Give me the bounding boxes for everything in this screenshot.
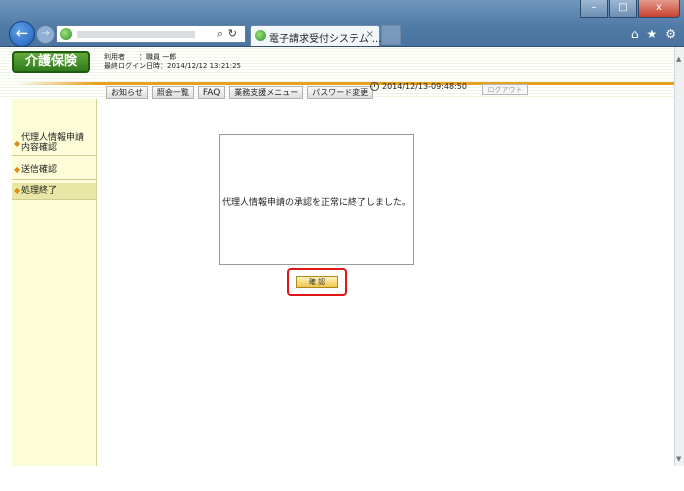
- window-buttons: – □ x: [579, 0, 680, 18]
- minimize-button[interactable]: –: [580, 0, 608, 18]
- tab-favicon-icon: [255, 30, 266, 41]
- message-box: 代理人情報申請の承認を正常に終了しました。: [219, 134, 414, 265]
- new-tab-button[interactable]: [381, 25, 401, 45]
- address-url[interactable]: [77, 31, 195, 38]
- sidebar-item-process-complete: ◆ 処理終了: [12, 183, 96, 200]
- arrow-icon: ◆: [14, 186, 21, 195]
- scroll-down-icon[interactable]: ▼: [676, 455, 681, 463]
- site-favicon-icon: [60, 28, 72, 40]
- sidebar-item-label: 処理終了: [21, 186, 58, 196]
- tab-close-icon[interactable]: ×: [366, 29, 374, 40]
- app-logo: 介護保険: [12, 51, 90, 73]
- current-datetime: 2014/12/13-09:48:50: [370, 82, 467, 91]
- datetime-text: 2014/12/13-09:48:50: [382, 82, 467, 91]
- home-icon[interactable]: ⌂: [631, 27, 639, 41]
- confirm-highlight: 確 認: [287, 268, 347, 296]
- top-nav: お知らせ 照会一覧 FAQ 業務支援メニュー パスワード変更: [106, 86, 374, 99]
- nav-inquiry-list[interactable]: 照会一覧: [151, 86, 194, 99]
- nav-faq[interactable]: FAQ: [197, 86, 226, 99]
- tab-title: 電子請求受付システム ...: [269, 34, 382, 45]
- clock-icon: [370, 82, 379, 91]
- star-icon[interactable]: ★: [646, 27, 657, 41]
- nav-password-change[interactable]: パスワード変更: [307, 86, 374, 99]
- logout-button[interactable]: ログアウト: [482, 84, 528, 95]
- close-button[interactable]: x: [638, 0, 680, 18]
- user-info: 利用者 ：職員 一郎 最終ログイン日時：2014/12/12 13:21:25: [104, 53, 241, 71]
- user-name: 利用者 ：職員 一郎: [104, 53, 177, 61]
- forward-button[interactable]: →: [36, 25, 55, 44]
- sidebar-item-agent-info-review: ◆ 代理人情報申請 内容確認: [12, 132, 96, 156]
- refresh-icon[interactable]: ↻: [228, 27, 237, 40]
- nav-business-menu[interactable]: 業務支援メニュー: [229, 86, 304, 99]
- forward-arrow-icon: →: [41, 28, 50, 39]
- scroll-up-icon[interactable]: ▲: [676, 55, 681, 63]
- browser-chrome: – □ x ← → ⌕ ↻ 電子請求受付システム ... × ⌂ ★ ⚙: [0, 0, 684, 47]
- nav-notices[interactable]: お知らせ: [106, 86, 148, 99]
- browser-tab[interactable]: 電子請求受付システム ... ×: [250, 25, 382, 46]
- browser-toolbar-icons: ⌂ ★ ⚙: [631, 27, 676, 41]
- sidebar-item-label-line1: 代理人情報申請: [21, 133, 85, 143]
- address-bar[interactable]: ⌕ ↻: [56, 25, 246, 43]
- sidebar-item-send-confirm: ◆ 送信確認: [12, 160, 96, 180]
- confirm-button[interactable]: 確 認: [296, 276, 338, 288]
- sidebar-item-label: 送信確認: [21, 165, 58, 175]
- arrow-icon: ◆: [14, 139, 21, 148]
- vertical-scrollbar[interactable]: ▲ ▼: [674, 47, 684, 466]
- maximize-button[interactable]: □: [609, 0, 637, 18]
- completion-message: 代理人情報申請の承認を正常に終了しました。: [221, 198, 411, 208]
- gear-icon[interactable]: ⚙: [665, 27, 676, 41]
- arrow-icon: ◆: [14, 165, 21, 174]
- search-icon[interactable]: ⌕: [217, 27, 223, 41]
- sidebar: ◆ 代理人情報申請 内容確認 ◆ 送信確認 ◆ 処理終了: [12, 99, 97, 466]
- back-button[interactable]: ←: [9, 21, 35, 47]
- bottom-area: [0, 466, 684, 491]
- page-header: 介護保険 利用者 ：職員 一郎 最終ログイン日時：2014/12/12 13:2…: [0, 47, 674, 99]
- last-login: 最終ログイン日時：2014/12/12 13:21:25: [104, 62, 242, 70]
- sidebar-item-label-line2: 内容確認: [21, 143, 58, 153]
- back-arrow-icon: ←: [15, 24, 29, 42]
